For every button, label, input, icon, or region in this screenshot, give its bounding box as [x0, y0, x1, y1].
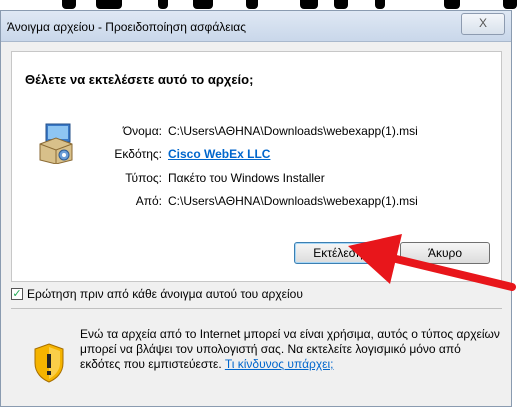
close-button[interactable]: X — [461, 13, 505, 35]
field-name-label: Όνομα: — [122, 124, 162, 138]
installer-package-icon — [39, 123, 73, 164]
cancel-button[interactable]: Άκυρο — [400, 242, 490, 264]
shield-warning-icon — [34, 343, 64, 383]
checkbox-label[interactable]: Ερώτηση πριν από κάθε άνοιγμα αυτού του … — [27, 287, 303, 301]
check-icon: ✓ — [12, 288, 22, 300]
publisher-link[interactable]: Cisco WebEx LLC — [168, 147, 270, 161]
field-type-label: Τύπος: — [125, 171, 162, 185]
field-name-value: C:\Users\ΑΘΗΝΑ\Downloads\webexapp(1).msi — [168, 124, 418, 138]
risk-link[interactable]: Τι κίνδυνος υπάρχει; — [225, 357, 334, 371]
close-icon: X — [478, 16, 487, 30]
window-title: Άνοιγμα αρχείου - Προειδοποίηση ασφάλεια… — [7, 20, 246, 34]
title-bar: Άνοιγμα αρχείου - Προειδοποίηση ασφάλεια… — [1, 11, 511, 42]
field-type-value: Πακέτο του Windows Installer — [168, 171, 325, 185]
run-button[interactable]: Εκτέλεση — [294, 242, 382, 264]
checkbox-box[interactable]: ✓ — [11, 288, 23, 300]
warning-message: Ενώ τα αρχεία από το Internet μπορεί να … — [80, 327, 500, 372]
prompt-heading: Θέλετε να εκτελέσετε αυτό το αρχείο; — [25, 72, 254, 87]
file-info-panel: Θέλετε να εκτελέσετε αυτό το αρχείο; Όνο… — [11, 51, 502, 282]
divider — [11, 308, 502, 309]
security-warning-dialog: Άνοιγμα αρχείου - Προειδοποίηση ασφάλεια… — [0, 10, 512, 407]
field-from-label: Από: — [135, 194, 162, 208]
field-from-value: C:\Users\ΑΘΗΝΑ\Downloads\webexapp(1).msi — [168, 194, 418, 208]
field-publisher-label: Εκδότης: — [114, 147, 162, 161]
